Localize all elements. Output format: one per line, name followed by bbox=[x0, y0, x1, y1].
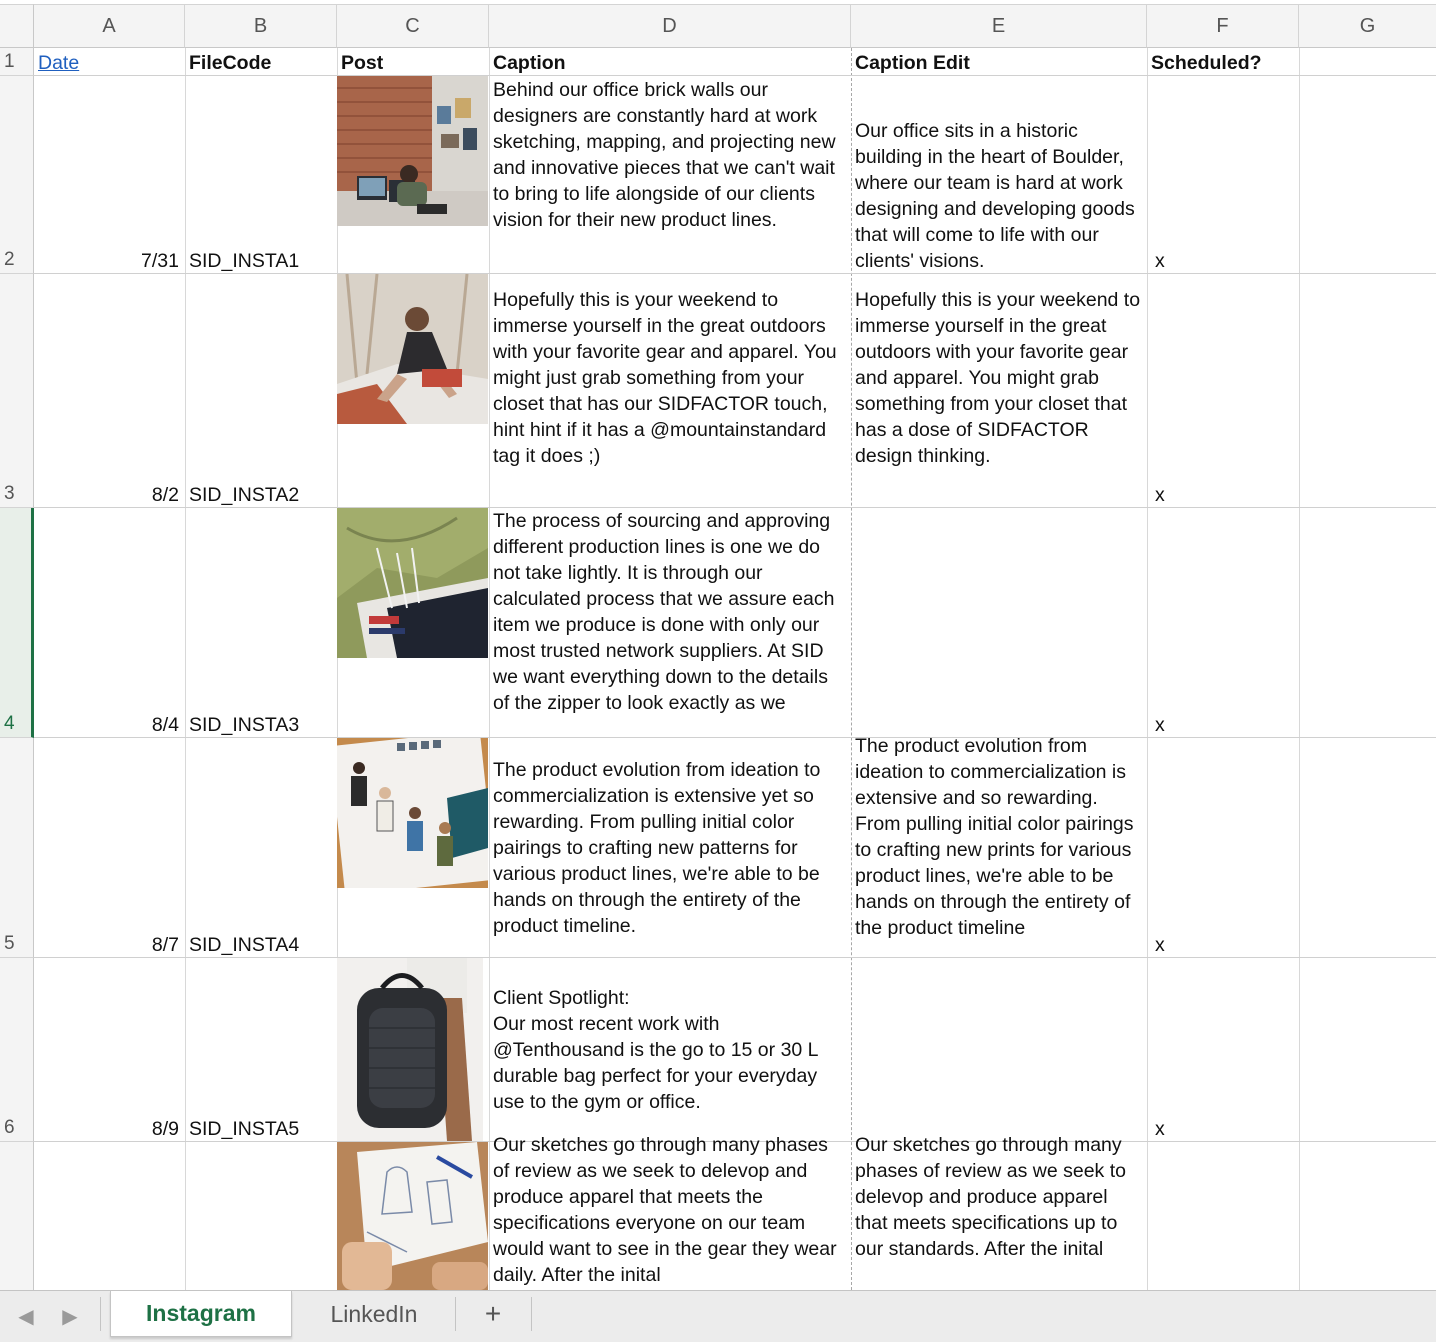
cell-caption-edit[interactable]: Our sketches go through many phases of r… bbox=[851, 1132, 1147, 1290]
row-header-3[interactable]: 3 bbox=[0, 274, 34, 508]
post-image-outdoors[interactable] bbox=[337, 274, 488, 424]
row-header-7[interactable] bbox=[0, 1142, 34, 1290]
cell-d1[interactable]: Caption bbox=[489, 48, 851, 76]
cell-caption[interactable]: Our sketches go through many phases of r… bbox=[489, 1132, 851, 1290]
post-image-office[interactable] bbox=[337, 76, 488, 226]
cell-filecode[interactable]: SID_INSTA3 bbox=[185, 508, 337, 738]
tab-divider bbox=[100, 1297, 101, 1331]
cell-date[interactable]: 7/31 bbox=[34, 76, 185, 274]
cell-scheduled[interactable]: x bbox=[1147, 274, 1299, 508]
cell-date[interactable]: 8/2 bbox=[34, 274, 185, 508]
cell-date[interactable]: 8/9 bbox=[34, 958, 185, 1142]
tab-instagram[interactable]: Instagram bbox=[110, 1291, 292, 1337]
chevron-right-icon[interactable]: ▶ bbox=[58, 1305, 82, 1329]
cell-caption[interactable]: Hopefully this is your weekend to immers… bbox=[489, 274, 851, 508]
select-all-corner[interactable] bbox=[0, 4, 34, 48]
cell-f1[interactable]: Scheduled? bbox=[1147, 48, 1299, 76]
cell-scheduled[interactable]: x bbox=[1147, 76, 1299, 274]
column-header-d[interactable]: D bbox=[489, 4, 851, 48]
cell-date[interactable]: 8/7 bbox=[34, 738, 185, 958]
row-header-1[interactable]: 1 bbox=[0, 48, 34, 76]
row-header-5[interactable]: 5 bbox=[0, 738, 34, 958]
post-image-sketches[interactable] bbox=[337, 738, 488, 888]
cell-e1[interactable]: Caption Edit bbox=[851, 48, 1147, 76]
cell-caption[interactable]: The product evolution from ideation to c… bbox=[489, 738, 851, 958]
row-header-2[interactable]: 2 bbox=[0, 76, 34, 274]
cell-a1[interactable]: Date bbox=[34, 48, 185, 76]
post-image-fabric[interactable] bbox=[337, 508, 488, 658]
gridline bbox=[1299, 48, 1300, 1290]
column-header-a[interactable]: A bbox=[34, 4, 185, 48]
cell-caption-edit[interactable] bbox=[851, 958, 1147, 1142]
column-header-c[interactable]: C bbox=[337, 4, 489, 48]
cell-caption-edit[interactable]: Our office sits in a historic building i… bbox=[851, 76, 1147, 274]
cell-b1[interactable]: FileCode bbox=[185, 48, 337, 76]
cell-scheduled[interactable]: x bbox=[1147, 958, 1299, 1142]
chevron-left-icon[interactable]: ◀ bbox=[14, 1305, 38, 1329]
plus-icon[interactable]: + bbox=[456, 1291, 530, 1337]
cell-caption-edit[interactable] bbox=[851, 508, 1147, 738]
row-header-6[interactable]: 6 bbox=[0, 958, 34, 1142]
tab-linkedin[interactable]: LinkedIn bbox=[294, 1291, 454, 1337]
column-header-g[interactable]: G bbox=[1299, 4, 1436, 48]
row-header-4[interactable]: 4 bbox=[0, 508, 34, 738]
cell-filecode[interactable]: SID_INSTA2 bbox=[185, 274, 337, 508]
column-header-f[interactable]: F bbox=[1147, 4, 1299, 48]
cell-caption[interactable]: Behind our office brick walls our design… bbox=[489, 76, 851, 274]
cell-caption[interactable]: The process of sourcing and approving di… bbox=[489, 508, 851, 738]
cell-filecode[interactable]: SID_INSTA5 bbox=[185, 958, 337, 1142]
cell-scheduled[interactable]: x bbox=[1147, 508, 1299, 738]
post-image-backpack[interactable] bbox=[337, 958, 483, 1141]
cell-scheduled[interactable]: x bbox=[1147, 738, 1299, 958]
tab-divider bbox=[531, 1297, 532, 1331]
cell-caption-edit[interactable]: The product evolution from ideation to c… bbox=[851, 733, 1147, 953]
cell-filecode[interactable]: SID_INSTA4 bbox=[185, 738, 337, 958]
column-header-b[interactable]: B bbox=[185, 4, 337, 48]
cell-c1[interactable]: Post bbox=[337, 48, 489, 76]
cell-date[interactable]: 8/4 bbox=[34, 508, 185, 738]
cell-caption-edit[interactable]: Hopefully this is your weekend to immers… bbox=[851, 274, 1147, 508]
post-image-review[interactable] bbox=[337, 1142, 488, 1290]
cell-caption[interactable]: Client Spotlight: Our most recent work w… bbox=[489, 958, 851, 1142]
spreadsheet-grid: A B C D E F G 1 2 3 4 5 6 Date FileCode … bbox=[0, 0, 1436, 1290]
date-header-link[interactable]: Date bbox=[38, 50, 79, 76]
cell-filecode[interactable]: SID_INSTA1 bbox=[185, 76, 337, 274]
column-header-e[interactable]: E bbox=[851, 4, 1147, 48]
sheet-tab-bar: ◀ ▶ Instagram LinkedIn + bbox=[0, 1290, 1436, 1342]
